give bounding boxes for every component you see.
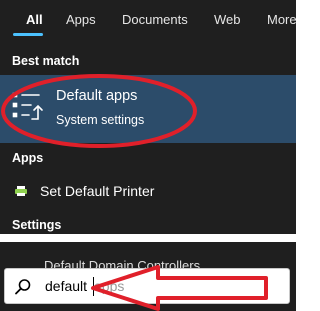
search-area: Default Domain Controllers default apps [0,242,296,311]
tab-documents[interactable]: Documents [122,11,188,29]
search-autocomplete: apps [94,278,125,294]
tab-web[interactable]: Web [214,11,241,29]
section-settings: Settings [12,218,62,232]
app-result-label: Set Default Printer [40,183,155,199]
best-match-subtitle: System settings [56,113,145,127]
tab-apps[interactable]: Apps [66,11,96,29]
printer-icon [15,186,27,196]
text-caret [93,277,94,296]
best-match-result[interactable]: Default apps System settings [0,75,296,143]
filter-tab-bar: All Apps Documents Web More [0,0,296,36]
app-result-set-default-printer[interactable]: Set Default Printer [0,176,296,208]
section-apps: Apps [12,151,44,165]
divider [0,234,296,242]
tab-all[interactable]: All [26,11,43,29]
search-results-panel: All Apps Documents Web More Best match D… [0,0,296,234]
search-icon [15,279,31,295]
search-typed-text: default [45,278,88,294]
search-input[interactable]: default apps [4,268,290,304]
section-best-match: Best match [12,54,80,68]
best-match-title: Default apps [56,88,138,104]
active-tab-indicator [13,33,43,36]
default-apps-icon [12,92,43,120]
tab-more[interactable]: More [267,11,296,29]
